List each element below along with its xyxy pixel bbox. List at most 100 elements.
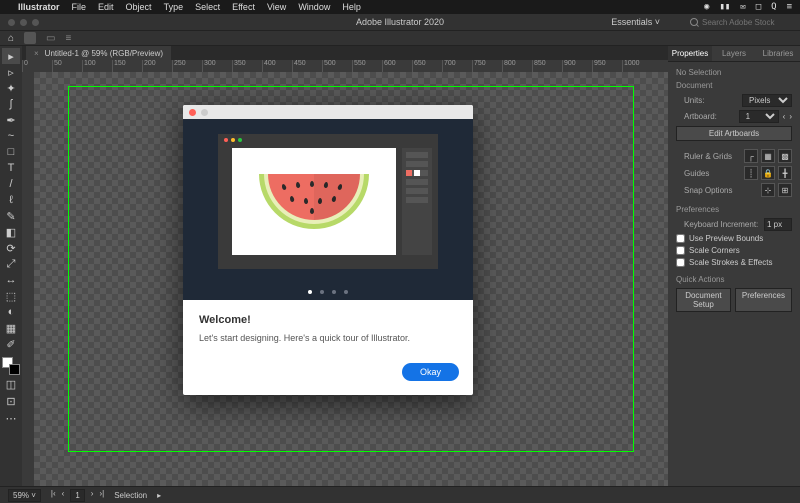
rectangle-tool[interactable]: □ [2,144,20,160]
prev-artboard-icon[interactable]: ‹ [783,112,786,121]
tab-layers[interactable]: Layers [712,46,756,61]
selection-status: No Selection [676,68,792,77]
menu-file[interactable]: File [72,2,87,12]
home-icon[interactable]: ⌂ [8,33,14,44]
display-icon[interactable]: □ [756,2,761,12]
menu-type[interactable]: Type [164,2,184,12]
page-dot-3[interactable] [332,290,336,294]
menu-view[interactable]: View [267,2,286,12]
screen-mode-icon[interactable]: ⊡ [2,393,20,409]
type-tool[interactable]: T [2,160,20,176]
ruler-tick: 500 [322,60,352,72]
menu-effect[interactable]: Effect [232,2,255,12]
control-center-icon[interactable]: ≡ [787,2,792,12]
menu-edit[interactable]: Edit [98,2,114,12]
ruler-tick: 850 [532,60,562,72]
edit-artboards-button[interactable]: Edit Artboards [676,126,792,141]
scale-corners-checkbox[interactable] [676,246,685,255]
last-artboard-icon[interactable]: ›| [99,489,104,502]
lasso-tool[interactable]: ʃ [2,96,20,112]
ruler-grids-label: Ruler & Grids [684,152,732,161]
cc-icon[interactable]: ▮▮ [719,2,730,12]
line-tool[interactable]: / [2,176,20,192]
dialog-titlebar[interactable] [183,105,473,119]
grid-icon[interactable]: ▦ [761,149,775,163]
menu-app[interactable]: Illustrator [18,2,60,12]
shaper-tool[interactable]: ✎ [2,208,20,224]
curvature-tool[interactable]: ~ [2,128,20,144]
ruler-icon[interactable]: ┌ [744,149,758,163]
menu-select[interactable]: Select [195,2,220,12]
snap-grid-icon[interactable]: ⊞ [778,183,792,197]
menu-help[interactable]: Help [342,2,361,12]
gradient-tool[interactable]: ▦ [2,320,20,336]
artboard-number-input[interactable]: 1 [70,489,84,502]
page-dot-1[interactable] [308,290,312,294]
okay-button[interactable]: Okay [402,363,459,381]
dialog-minimize-icon [201,109,208,116]
app-title: Adobe Illustrator 2020 [356,17,444,27]
zoom-level[interactable]: 59% ˅ [8,489,41,502]
search-input[interactable] [702,18,792,27]
vertical-ruler[interactable] [22,72,34,486]
guides-visibility-icon[interactable]: ┊ [744,166,758,180]
menu-window[interactable]: Window [298,2,330,12]
ruler-tick: 600 [382,60,412,72]
preview-bounds-checkbox[interactable] [676,234,685,243]
eraser-tool[interactable]: ◧ [2,224,20,240]
first-artboard-icon[interactable]: |‹ [51,489,56,502]
color-swatch[interactable] [2,357,20,375]
maximize-window-icon[interactable] [32,19,39,26]
page-dot-4[interactable] [344,290,348,294]
rotate-tool[interactable]: ⟳ [2,240,20,256]
document-setup-button[interactable]: Document Setup [676,288,731,312]
magic-wand-tool[interactable]: ✦ [2,80,20,96]
close-window-icon[interactable] [8,19,15,26]
document-tab-label: Untitled-1 @ 59% (RGB/Preview) [45,49,163,58]
tab-libraries[interactable]: Libraries [756,46,800,61]
snap-point-icon[interactable]: ⊹ [761,183,775,197]
smart-guides-icon[interactable]: ╋ [778,166,792,180]
selection-tool[interactable]: ▸ [2,48,20,64]
notification-icon[interactable]: ✉ [740,2,745,12]
search-icon [690,18,698,26]
tab-properties[interactable]: Properties [668,46,712,61]
edit-toolbar-icon[interactable]: ⋯ [2,410,20,426]
artboard-select[interactable]: 1 [739,110,779,123]
scale-strokes-checkbox[interactable] [676,258,685,267]
status-dropdown-icon[interactable]: ▸ [157,491,161,500]
stroke-color-icon[interactable] [9,364,20,375]
kb-increment-input[interactable] [764,218,792,231]
close-tab-icon[interactable]: × [34,49,39,58]
horizontal-ruler[interactable]: 0501001502002503003504004505005506006507… [22,60,668,72]
window-controls[interactable] [8,19,39,26]
preferences-button[interactable]: Preferences [735,288,792,312]
shape-builder-tool[interactable]: ◐ [2,304,20,320]
paintbrush-tool[interactable]: ℓ [2,192,20,208]
control-fill-icon[interactable] [24,32,36,44]
workspace-switcher[interactable]: Essentials ˅ [611,17,660,27]
minimize-window-icon[interactable] [20,19,27,26]
next-artboard-nav-icon[interactable]: › [91,489,94,502]
transparency-grid-icon[interactable]: ▩ [778,149,792,163]
direct-selection-tool[interactable]: ▹ [2,64,20,80]
menu-object[interactable]: Object [126,2,152,12]
page-dot-2[interactable] [320,290,324,294]
scale-tool[interactable]: ⤢ [2,256,20,272]
document-tab[interactable]: × Untitled-1 @ 59% (RGB/Preview) [26,46,171,60]
control-opacity-icon[interactable]: ≡ [66,33,72,44]
stock-search[interactable] [690,18,792,27]
eyedropper-tool[interactable]: ✐ [2,336,20,352]
units-select[interactable]: Pixels [742,94,792,107]
dialog-close-icon[interactable] [189,109,196,116]
pen-tool[interactable]: ✒ [2,112,20,128]
search-menu-icon[interactable]: Q [771,2,776,12]
ruler-tick: 100 [82,60,112,72]
control-stroke-icon[interactable]: ▭ [46,33,55,44]
width-tool[interactable]: ↔ [2,272,20,288]
prev-artboard-nav-icon[interactable]: ‹ [62,489,65,502]
free-transform-tool[interactable]: ⬚ [2,288,20,304]
draw-mode-icon[interactable]: ◫ [2,376,20,392]
guides-lock-icon[interactable]: 🔒 [761,166,775,180]
next-artboard-icon[interactable]: › [789,112,792,121]
